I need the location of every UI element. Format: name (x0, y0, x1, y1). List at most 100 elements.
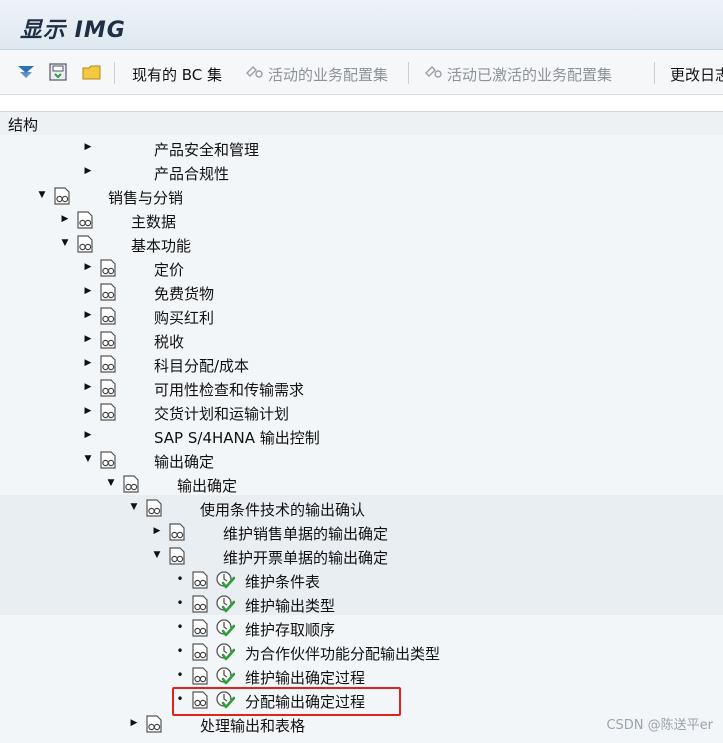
expand-arrow-icon[interactable]: ▶ (82, 332, 94, 346)
tree-row[interactable]: ▶ 产品合规性 (0, 160, 723, 184)
expand-arrow-icon[interactable]: ▶ (82, 164, 94, 178)
tree-row[interactable]: ▶ 税收 (0, 328, 723, 352)
tree-node-label[interactable]: 主数据 (131, 211, 176, 232)
tree-row[interactable]: ▶ 主数据 (0, 208, 723, 232)
tree-node-label[interactable]: 产品合规性 (154, 163, 229, 184)
tree-node-label[interactable]: 免费货物 (154, 283, 214, 304)
tree-row[interactable]: ▶ 产品安全和管理 (0, 136, 723, 160)
tree-row[interactable]: • 维护输出类型 (0, 592, 723, 616)
tree-node-label[interactable]: 使用条件技术的输出确认 (200, 499, 365, 520)
tree-row[interactable]: ▶ 定价 (0, 256, 723, 280)
document-glasses-icon[interactable] (99, 307, 117, 325)
document-glasses-icon[interactable] (99, 403, 117, 421)
tree-node-label[interactable]: 维护输出类型 (245, 595, 335, 616)
tree-row[interactable]: • 维护存取顺序 (0, 616, 723, 640)
tree-row[interactable]: ▼ 基本功能 (0, 232, 723, 256)
tree-row[interactable]: ▶ 维护销售单据的输出确定 (0, 520, 723, 544)
expand-arrow-icon[interactable]: ▶ (82, 380, 94, 394)
tree-row[interactable]: ▼ 输出确定 (0, 448, 723, 472)
save-icon[interactable] (48, 63, 68, 81)
document-glasses-icon[interactable] (145, 715, 163, 733)
document-glasses-icon[interactable] (191, 667, 209, 685)
tree-row[interactable]: • 为合作伙伴功能分配输出类型 (0, 640, 723, 664)
tree-row[interactable]: ▶ 可用性检查和传输需求 (0, 376, 723, 400)
collapse-arrow-icon[interactable]: ▼ (128, 500, 140, 514)
tree-node-label[interactable]: 产品安全和管理 (154, 139, 259, 160)
tree-node-label[interactable]: 输出确定 (154, 451, 214, 472)
document-glasses-icon[interactable] (191, 571, 209, 589)
filter-down-icon[interactable] (16, 63, 36, 81)
change-log-button[interactable]: 更改日志 (670, 64, 723, 85)
existing-bc-sets-button[interactable]: 现有的 BC 集 (132, 64, 222, 85)
expand-arrow-icon[interactable]: ▶ (82, 308, 94, 322)
tree-node-label[interactable]: 维护存取顺序 (245, 619, 335, 640)
document-glasses-icon[interactable] (145, 499, 163, 517)
document-glasses-icon[interactable] (99, 451, 117, 469)
tree-row[interactable]: ▼ 输出确定 (0, 472, 723, 496)
execute-check-icon[interactable] (215, 570, 235, 590)
document-glasses-icon[interactable] (99, 283, 117, 301)
document-glasses-icon[interactable] (99, 259, 117, 277)
tree-row[interactable]: ▶ 科目分配/成本 (0, 352, 723, 376)
tree-row[interactable]: ▶ 交货计划和运输计划 (0, 400, 723, 424)
expand-arrow-icon[interactable]: ▶ (151, 524, 163, 538)
tree-row[interactable]: ▼ 销售与分销 (0, 184, 723, 208)
document-glasses-icon[interactable] (76, 211, 94, 229)
folder-icon[interactable] (82, 63, 102, 81)
expand-arrow-icon[interactable]: ▶ (82, 404, 94, 418)
document-glasses-icon[interactable] (191, 643, 209, 661)
tree-node-label[interactable]: 购买红利 (154, 307, 214, 328)
expand-arrow-icon[interactable]: ▶ (82, 140, 94, 154)
document-glasses-icon[interactable] (76, 235, 94, 253)
document-glasses-icon[interactable] (191, 595, 209, 613)
expand-arrow-icon[interactable]: ▶ (82, 260, 94, 274)
tree-node-label[interactable]: 维护开票单据的输出确定 (223, 547, 388, 568)
active-bc-sets-button[interactable]: 活动的业务配置集 (268, 64, 388, 85)
tree-node-label[interactable]: SAP S/4HANA 输出控制 (154, 427, 320, 448)
execute-check-icon[interactable] (215, 618, 235, 638)
collapse-arrow-icon[interactable]: ▼ (59, 236, 71, 250)
tree-node-label[interactable]: 处理输出和表格 (200, 715, 305, 736)
tree-node-label[interactable]: 维护条件表 (245, 571, 320, 592)
expand-arrow-icon[interactable]: ▶ (82, 356, 94, 370)
execute-check-icon[interactable] (215, 666, 235, 686)
tree-node-label[interactable]: 定价 (154, 259, 184, 280)
tree-node-label[interactable]: 基本功能 (131, 235, 191, 256)
tree-row[interactable]: ▶ 购买红利 (0, 304, 723, 328)
tree-node-label[interactable]: 交货计划和运输计划 (154, 403, 289, 424)
tree-row[interactable]: ▶ 免费货物 (0, 280, 723, 304)
execute-check-icon[interactable] (215, 594, 235, 614)
expand-arrow-icon[interactable]: ▶ (59, 212, 71, 226)
document-glasses-icon[interactable] (168, 523, 186, 541)
document-glasses-icon[interactable] (168, 547, 186, 565)
tree-node-label[interactable]: 输出确定 (177, 475, 237, 496)
tree-row[interactable]: • 维护条件表 (0, 568, 723, 592)
collapse-arrow-icon[interactable]: ▼ (36, 188, 48, 202)
expand-arrow-icon[interactable]: ▶ (128, 716, 140, 730)
expand-arrow-icon[interactable]: ▶ (82, 284, 94, 298)
tree-node-label[interactable]: 为合作伙伴功能分配输出类型 (245, 643, 440, 664)
tree-node-label[interactable]: 可用性检查和传输需求 (154, 379, 304, 400)
collapse-arrow-icon[interactable]: ▼ (105, 476, 117, 490)
document-glasses-icon[interactable] (122, 475, 140, 493)
expand-arrow-icon[interactable]: ▶ (82, 428, 94, 442)
document-glasses-icon[interactable] (99, 379, 117, 397)
bc-set-icon (246, 66, 263, 78)
collapse-arrow-icon[interactable]: ▼ (82, 452, 94, 466)
document-glasses-icon[interactable] (99, 355, 117, 373)
execute-check-icon[interactable] (215, 642, 235, 662)
tree-node-label[interactable]: 维护输出确定过程 (245, 667, 365, 688)
tree-row[interactable]: ▼ 使用条件技术的输出确认 (0, 496, 723, 520)
document-glasses-icon[interactable] (53, 187, 71, 205)
tree-node-label[interactable]: 销售与分销 (108, 187, 183, 208)
tree-node-label[interactable]: 税收 (154, 331, 184, 352)
document-glasses-icon[interactable] (99, 331, 117, 349)
document-glasses-icon[interactable] (191, 619, 209, 637)
collapse-arrow-icon[interactable]: ▼ (151, 548, 163, 562)
tree-row[interactable]: • 维护输出确定过程 (0, 664, 723, 688)
tree-row[interactable]: ▶ SAP S/4HANA 输出控制 (0, 424, 723, 448)
tree-node-label[interactable]: 维护销售单据的输出确定 (223, 523, 388, 544)
tree-node-label[interactable]: 科目分配/成本 (154, 355, 249, 376)
tree-row[interactable]: ▼ 维护开票单据的输出确定 (0, 544, 723, 568)
activated-bc-sets-button[interactable]: 活动已激活的业务配置集 (447, 64, 612, 85)
